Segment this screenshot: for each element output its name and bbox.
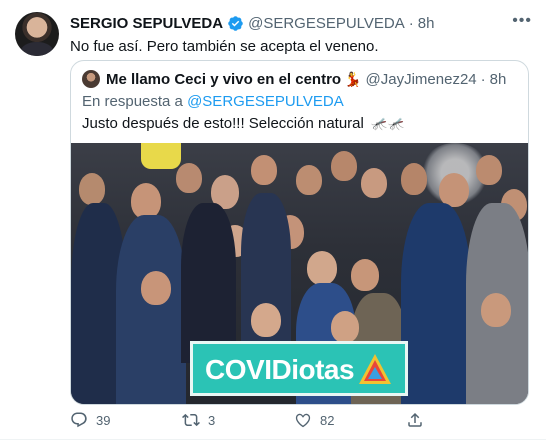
retweet-button[interactable]: 3: [182, 411, 294, 429]
share-icon: [408, 412, 422, 427]
banner-text: COVIDiotas: [205, 354, 355, 386]
person-head: [176, 163, 202, 193]
tweet-text: No fue así. Pero también se acepta el ve…: [70, 38, 379, 55]
person-head: [439, 173, 469, 207]
network-logo-icon: [359, 354, 391, 384]
quoted-tweet-text: Justo después de esto!!! Selección natur…: [82, 115, 405, 132]
background-sign: [141, 143, 181, 169]
person-head: [251, 303, 281, 337]
person-suit: [401, 203, 471, 404]
covidiotas-banner: COVIDiotas: [190, 341, 408, 396]
person-head: [351, 259, 379, 291]
reply-count: 39: [96, 412, 111, 428]
quoted-author-handle: @JayJimenez24: [365, 70, 477, 88]
like-icon: [295, 413, 311, 428]
like-count: 82: [320, 412, 335, 428]
reply-icon: [71, 412, 87, 428]
tweet[interactable]: SERGIO SEPULVEDA @SERGESEPULVEDA · 8h ••…: [0, 0, 546, 440]
author-display-name[interactable]: SERGIO SEPULVEDA: [70, 15, 223, 32]
more-icon[interactable]: •••: [512, 12, 532, 30]
quoted-tweet[interactable]: Me llamo Ceci y vivo en el centro 💃 @Jay…: [70, 60, 529, 405]
reply-mention-link[interactable]: @SERGESEPULVEDA: [187, 93, 344, 110]
author-handle[interactable]: @SERGESEPULVEDA: [248, 15, 405, 32]
share-button[interactable]: [406, 411, 518, 429]
banner-text-cov: COV: [205, 354, 265, 385]
person-head: [361, 168, 387, 198]
person-head: [307, 251, 337, 285]
reply-prefix: En respuesta a: [82, 93, 183, 110]
quoted-text-body: Justo después de esto!!! Selección natur…: [82, 115, 364, 132]
person-head: [481, 293, 511, 327]
person-head: [401, 163, 427, 195]
person-suit: [181, 203, 236, 363]
reply-button[interactable]: 39: [70, 411, 182, 429]
mosquito-emoji-icon: 🦟🦟: [371, 116, 406, 131]
like-button[interactable]: 82: [294, 411, 406, 429]
separator-dot: ·: [480, 70, 486, 88]
person-head: [131, 183, 161, 219]
verified-badge-icon: [227, 15, 244, 32]
person-head: [141, 271, 171, 305]
person-head: [331, 151, 357, 181]
quoted-tweet-time: 8h: [489, 70, 507, 88]
quoted-author-display-name: Me llamo Ceci y vivo en el centro: [106, 70, 342, 88]
tweet-time[interactable]: 8h: [418, 15, 435, 32]
retweet-icon: [182, 413, 200, 427]
quoted-tweet-header: Me llamo Ceci y vivo en el centro 💃 @Jay…: [82, 69, 520, 89]
person-head: [79, 173, 105, 205]
reply-context: En respuesta a @SERGESEPULVEDA: [82, 93, 344, 110]
dancer-emoji-icon: 💃: [344, 70, 362, 87]
tweet-actions: 39 3 82: [70, 410, 520, 430]
person-head: [476, 155, 502, 185]
person-head: [331, 311, 359, 343]
tweet-header: SERGIO SEPULVEDA @SERGESEPULVEDA · 8h ••…: [70, 12, 532, 33]
retweet-count: 3: [208, 412, 216, 428]
group-photo[interactable]: COVIDiotas: [71, 143, 528, 404]
person-head: [251, 155, 277, 185]
quoted-author-avatar: [82, 70, 100, 88]
person-suit: [116, 215, 186, 404]
author-avatar[interactable]: [15, 12, 59, 56]
separator-dot: ·: [408, 14, 414, 32]
banner-text-idiotas: IDiotas: [264, 354, 355, 385]
person-head: [296, 165, 322, 195]
